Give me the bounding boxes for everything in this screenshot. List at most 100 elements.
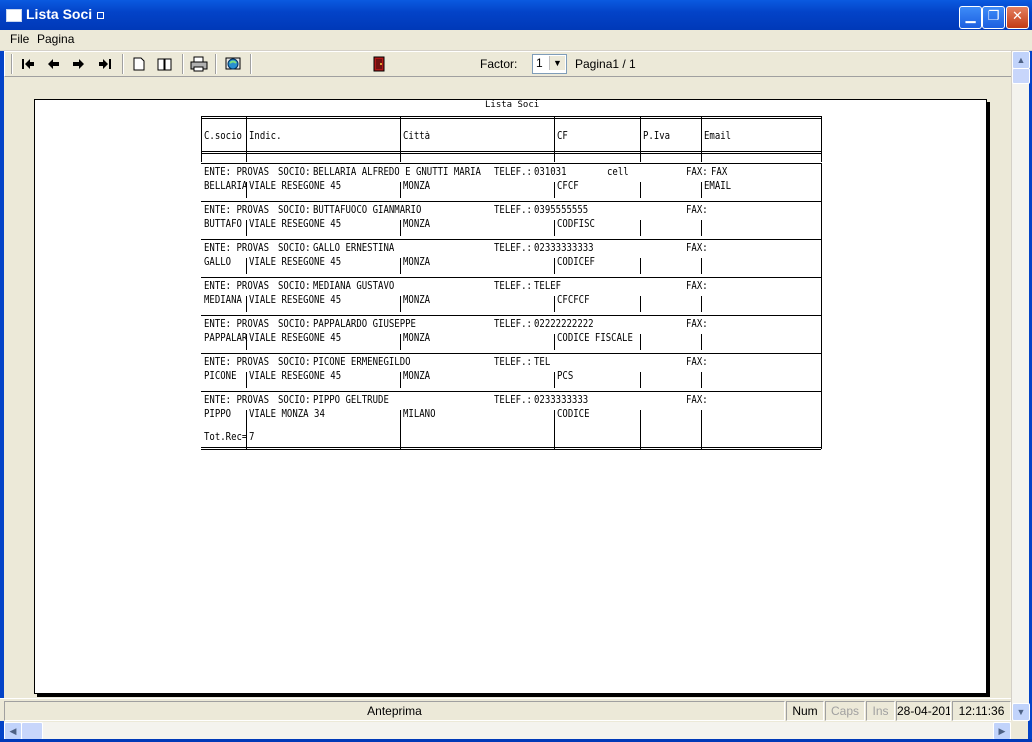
row-ente: ENTE: PROVAS (204, 205, 270, 217)
report-title: Lista Soci (485, 100, 540, 110)
column-header: P.Iva (643, 131, 671, 143)
next-page-button[interactable] (68, 55, 88, 73)
row-telef-value: 02333333333 (534, 243, 594, 255)
row-column-divider (701, 372, 702, 388)
chevron-down-icon: ▼ (1016, 707, 1026, 717)
column-header: Email (704, 131, 732, 143)
row-column-divider (640, 372, 641, 388)
toolbar-separator (215, 54, 217, 74)
row-right-border (821, 353, 822, 391)
page-indicator: Pagina1 / 1 (575, 57, 636, 71)
row-socio-name: PAPPALARDO GIUSEPPE (313, 319, 416, 331)
total-label: Tot.Rec= (204, 432, 248, 444)
minimize-icon: ▁ (965, 9, 976, 24)
row-separator (201, 277, 821, 278)
header-column-divider (400, 116, 401, 162)
last-row-right-border (821, 429, 822, 449)
single-page-button[interactable] (129, 55, 149, 73)
row-fax-label: FAX: (686, 167, 708, 179)
print-icon (190, 56, 208, 72)
row-column-divider (640, 258, 641, 274)
row-socio-label: SOCIO: (278, 395, 311, 407)
row-column-divider (400, 182, 401, 198)
row-socio-name: GALLO ERNESTINA (313, 243, 395, 255)
exit-door-icon (373, 56, 385, 72)
toolbar-separator (182, 54, 184, 74)
chevron-up-icon: ▲ (1016, 55, 1026, 65)
row-socio-label: SOCIO: (278, 357, 311, 369)
row-column-divider (246, 410, 247, 426)
factor-select[interactable]: 1 ▼ (532, 54, 567, 74)
app-window-icon[interactable] (6, 9, 22, 22)
status-ins: Ins (866, 701, 895, 721)
row-city: MONZA (403, 181, 431, 193)
scroll-right-button[interactable]: ▶ (993, 722, 1011, 740)
close-button[interactable]: ✕ (1006, 6, 1029, 29)
row-city: MONZA (403, 295, 431, 307)
row-address: VIALE RESEGONE 45 (249, 219, 342, 231)
row-code: MEDIANA (204, 295, 242, 307)
toolbar-grip (11, 54, 13, 74)
vertical-scrollbar[interactable]: ▲ ▼ (1011, 51, 1030, 721)
next-page-icon (72, 59, 84, 69)
header-top-rule (201, 116, 821, 119)
row-column-divider (701, 258, 702, 274)
minimize-button[interactable]: ▁ (959, 6, 982, 29)
column-header: CF (557, 131, 568, 143)
factor-value: 1 (536, 56, 543, 70)
title-marker-icon (97, 11, 105, 19)
row-cf: CFCF (557, 181, 579, 193)
row-code: PAPPALAR (204, 333, 248, 345)
menu-file[interactable]: File (10, 32, 29, 46)
row-cf: CODICE FISCALE (557, 333, 633, 345)
prev-page-button[interactable] (43, 55, 63, 73)
row-code: GALLO (204, 257, 232, 269)
row-column-divider (701, 296, 702, 312)
row-separator (201, 239, 821, 240)
row-telef-label: TELEF.: (494, 395, 532, 407)
header-column-divider (554, 116, 555, 162)
restore-button[interactable]: ❐ (982, 6, 1005, 29)
status-num: Num (786, 701, 824, 721)
row-telef-label: TELEF.: (494, 205, 532, 217)
row-right-border (821, 277, 822, 315)
total-value: 7 (249, 432, 255, 444)
two-pages-button[interactable] (155, 55, 175, 73)
header-column-divider (821, 116, 822, 162)
report: Lista Soci C.socio Indic. Città CF P.Iva Emai… (35, 100, 986, 693)
chevron-down-icon[interactable]: ▼ (549, 56, 565, 70)
row-socio-label: SOCIO: (278, 205, 311, 217)
header-column-divider (201, 116, 202, 162)
last-page-button[interactable] (95, 55, 115, 73)
row-code: PIPPO (204, 409, 232, 421)
exit-button[interactable] (369, 55, 389, 73)
menu-pagina[interactable]: Pagina (37, 32, 74, 46)
two-pages-icon (157, 58, 172, 70)
row-column-divider (400, 296, 401, 312)
row-ente: ENTE: PROVAS (204, 319, 270, 331)
row-separator (201, 163, 821, 164)
preview-area: Lista Soci C.socio Indic. Città CF P.Iva Emai… (4, 77, 1011, 696)
row-cf: CODICE (557, 409, 590, 421)
last-row-column-divider (554, 425, 555, 449)
horizontal-scroll-thumb[interactable] (21, 722, 43, 740)
menu-bar: File Pagina (0, 30, 1032, 51)
row-fax-label: FAX: (686, 243, 708, 255)
scroll-left-button[interactable]: ◀ (4, 722, 22, 740)
vertical-scroll-thumb[interactable] (1012, 68, 1030, 84)
row-telef-label: TELEF.: (494, 357, 532, 369)
row-fax-label: FAX: (686, 319, 708, 331)
scroll-down-button[interactable]: ▼ (1012, 703, 1030, 721)
row-address: VIALE MONZA 34 (249, 409, 325, 421)
export-button[interactable] (223, 55, 243, 73)
horizontal-scrollbar[interactable]: ◀ ▶ (4, 722, 1011, 740)
first-page-button[interactable] (18, 55, 38, 73)
row-socio-name: PICONE ERMENEGILDO (313, 357, 411, 369)
toolbar-separator (250, 54, 252, 74)
scroll-up-button[interactable]: ▲ (1012, 51, 1030, 69)
row-city: MONZA (403, 257, 431, 269)
title-bar[interactable]: Lista Soci ▁ ❐ ✕ (0, 0, 1032, 30)
last-page-icon (99, 59, 111, 69)
row-column-divider (554, 372, 555, 388)
print-button[interactable] (189, 55, 209, 73)
